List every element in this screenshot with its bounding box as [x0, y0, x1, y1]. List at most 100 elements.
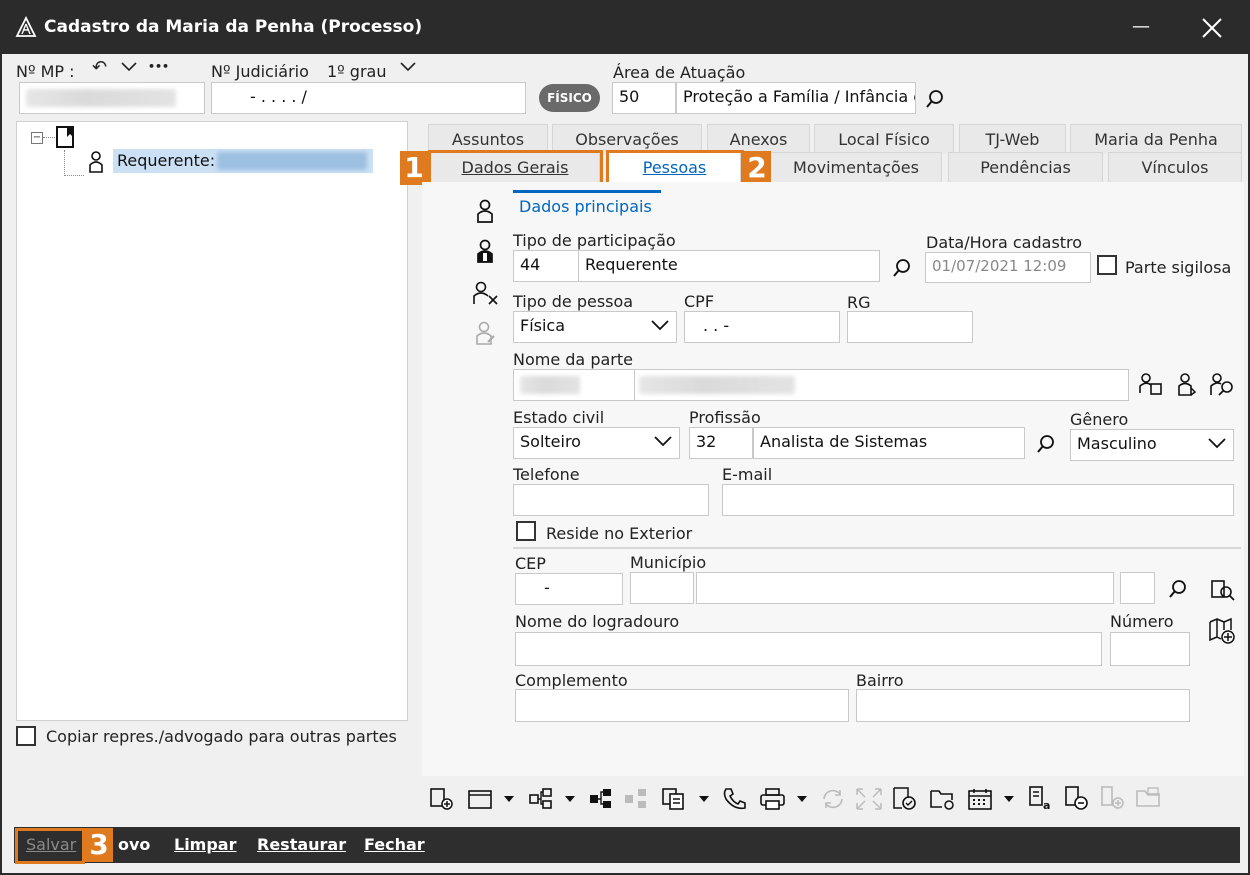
subtab-dados-principais[interactable]: Dados principais — [519, 197, 652, 216]
hierarchy-filled-icon[interactable] — [587, 786, 617, 812]
person-card-icon[interactable] — [1138, 371, 1164, 397]
folder-check-icon[interactable] — [928, 786, 958, 812]
map-add-icon[interactable] — [1207, 616, 1237, 646]
numero-label: Número — [1110, 612, 1174, 631]
uf-input[interactable] — [1120, 572, 1155, 604]
document-lock-icon[interactable] — [1062, 784, 1092, 812]
email-input[interactable] — [722, 484, 1234, 516]
cpf-input[interactable]: . . - — [684, 311, 840, 343]
address-search-icon[interactable] — [1209, 577, 1235, 603]
grau-chevron-icon[interactable] — [399, 60, 417, 74]
hierarchy-icon[interactable] — [527, 786, 557, 812]
estado-civil-select[interactable]: Solteiro — [513, 427, 680, 459]
judicial-input[interactable]: - . . . . / — [211, 82, 526, 114]
chevron-down-icon — [1208, 438, 1226, 449]
complemento-input[interactable] — [515, 689, 849, 722]
mp-input[interactable] — [19, 82, 205, 114]
dropdown-arrow-icon[interactable] — [502, 792, 516, 806]
tab-local-fisico[interactable]: Local Físico — [814, 124, 954, 154]
more-icon[interactable]: ••• — [148, 60, 169, 73]
fechar-button[interactable]: Fechar — [364, 835, 425, 854]
tree-panel: − Requerente: — [16, 121, 408, 721]
municipio-input[interactable] — [696, 572, 1114, 604]
estado-civil-value: Solteiro — [520, 432, 581, 451]
seal-search-icon[interactable] — [890, 784, 920, 814]
dropdown-arrow-icon[interactable] — [563, 792, 577, 806]
person-icon-1[interactable] — [474, 198, 496, 224]
close-icon[interactable] — [1198, 14, 1226, 42]
tree-collapse-icon[interactable]: − — [31, 132, 43, 144]
tipo-pessoa-select[interactable]: Física — [513, 311, 677, 343]
rg-label: RG — [847, 293, 871, 312]
bairro-input[interactable] — [856, 689, 1190, 722]
process-node-icon[interactable] — [55, 125, 77, 151]
window-title: Cadastro da Maria da Penha (Processo) — [44, 17, 423, 37]
copy-records-icon[interactable] — [660, 786, 690, 812]
subtab-indicator — [513, 190, 661, 193]
parte-sigilosa-checkbox[interactable] — [1097, 255, 1117, 275]
person-search-icon[interactable] — [1208, 371, 1236, 397]
highlight-pessoas — [606, 150, 744, 186]
judicial-label: Nº Judiciário — [211, 62, 309, 81]
tab-maria-da-penha[interactable]: Maria da Penha — [1070, 124, 1242, 154]
search-cep-icon[interactable] — [1167, 578, 1189, 600]
nome-parte-code[interactable] — [513, 369, 635, 401]
dropdown-arrow-icon[interactable] — [1002, 792, 1016, 806]
redacted-nome — [639, 376, 795, 394]
tree-item-requerente[interactable]: Requerente: — [113, 149, 373, 173]
print-icon[interactable] — [758, 786, 788, 812]
hierarchy-disabled-icon — [625, 789, 646, 808]
genero-value: Masculino — [1077, 434, 1157, 453]
numero-input[interactable] — [1110, 632, 1190, 666]
copy-checkbox[interactable] — [16, 726, 36, 746]
refresh-disabled-icon — [823, 789, 843, 809]
genero-select[interactable]: Masculino — [1070, 429, 1234, 461]
fisico-badge[interactable]: FÍSICO — [539, 84, 600, 112]
logradouro-label: Nome do logradouro — [515, 612, 680, 631]
tipo-participacao-code[interactable]: 44 — [513, 250, 579, 282]
reside-exterior-checkbox[interactable] — [516, 521, 536, 541]
tab-movimentacoes[interactable]: Movimentações — [770, 152, 942, 184]
rg-input[interactable] — [847, 311, 973, 343]
bairro-label: Bairro — [856, 671, 904, 690]
logradouro-input[interactable] — [515, 632, 1102, 666]
tab-pendencias[interactable]: Pendências — [948, 152, 1103, 184]
limpar-button[interactable]: Limpar — [174, 835, 237, 854]
search-icon[interactable] — [924, 88, 946, 110]
telefone-input[interactable] — [513, 484, 709, 516]
novo-button[interactable]: ovo — [118, 835, 150, 854]
dropdown-arrow-icon[interactable] — [795, 792, 809, 806]
area-name-input[interactable]: Proteção a Família / Infância e — [676, 82, 916, 114]
municipio-code[interactable] — [630, 572, 694, 604]
municipio-label: Município — [630, 553, 707, 572]
window-icon[interactable] — [466, 786, 496, 812]
add-document-icon[interactable] — [427, 786, 457, 812]
expand-disabled-icon — [856, 788, 882, 810]
info-add-disabled-icon — [1101, 786, 1124, 809]
folder-disabled-icon — [1136, 787, 1160, 807]
tab-vinculos[interactable]: Vínculos — [1108, 152, 1242, 184]
undo-icon[interactable]: ↶ — [92, 57, 107, 78]
restaurar-button[interactable]: Restaurar — [257, 835, 346, 854]
document-a-icon[interactable]: a — [1026, 784, 1056, 812]
tipo-participacao-name[interactable]: Requerente — [578, 250, 880, 282]
title-bar: Cadastro da Maria da Penha (Processo) — — [2, 2, 1250, 54]
tree-line-h — [64, 175, 84, 176]
person-detail-icon[interactable] — [1176, 371, 1198, 397]
search-participacao-icon[interactable] — [891, 257, 913, 279]
profissao-code[interactable]: 32 — [689, 427, 753, 459]
calendar-icon[interactable] — [966, 786, 996, 812]
nome-parte-input[interactable] — [634, 369, 1129, 401]
phone-icon[interactable] — [720, 785, 750, 813]
search-profissao-icon[interactable] — [1035, 433, 1057, 455]
chevron-down-icon[interactable] — [120, 60, 138, 74]
remove-person-icon[interactable] — [471, 280, 501, 306]
cep-input[interactable]: - — [515, 573, 623, 605]
tab-tj-web[interactable]: TJ-Web — [959, 124, 1066, 154]
minimize-button[interactable]: — — [1132, 16, 1150, 37]
lawyer-icon[interactable] — [474, 238, 496, 264]
annotation-2: 2 — [743, 151, 771, 185]
dropdown-arrow-icon[interactable] — [697, 792, 711, 806]
area-code-input[interactable]: 50 — [612, 82, 676, 114]
profissao-name[interactable]: Analista de Sistemas — [753, 427, 1025, 459]
